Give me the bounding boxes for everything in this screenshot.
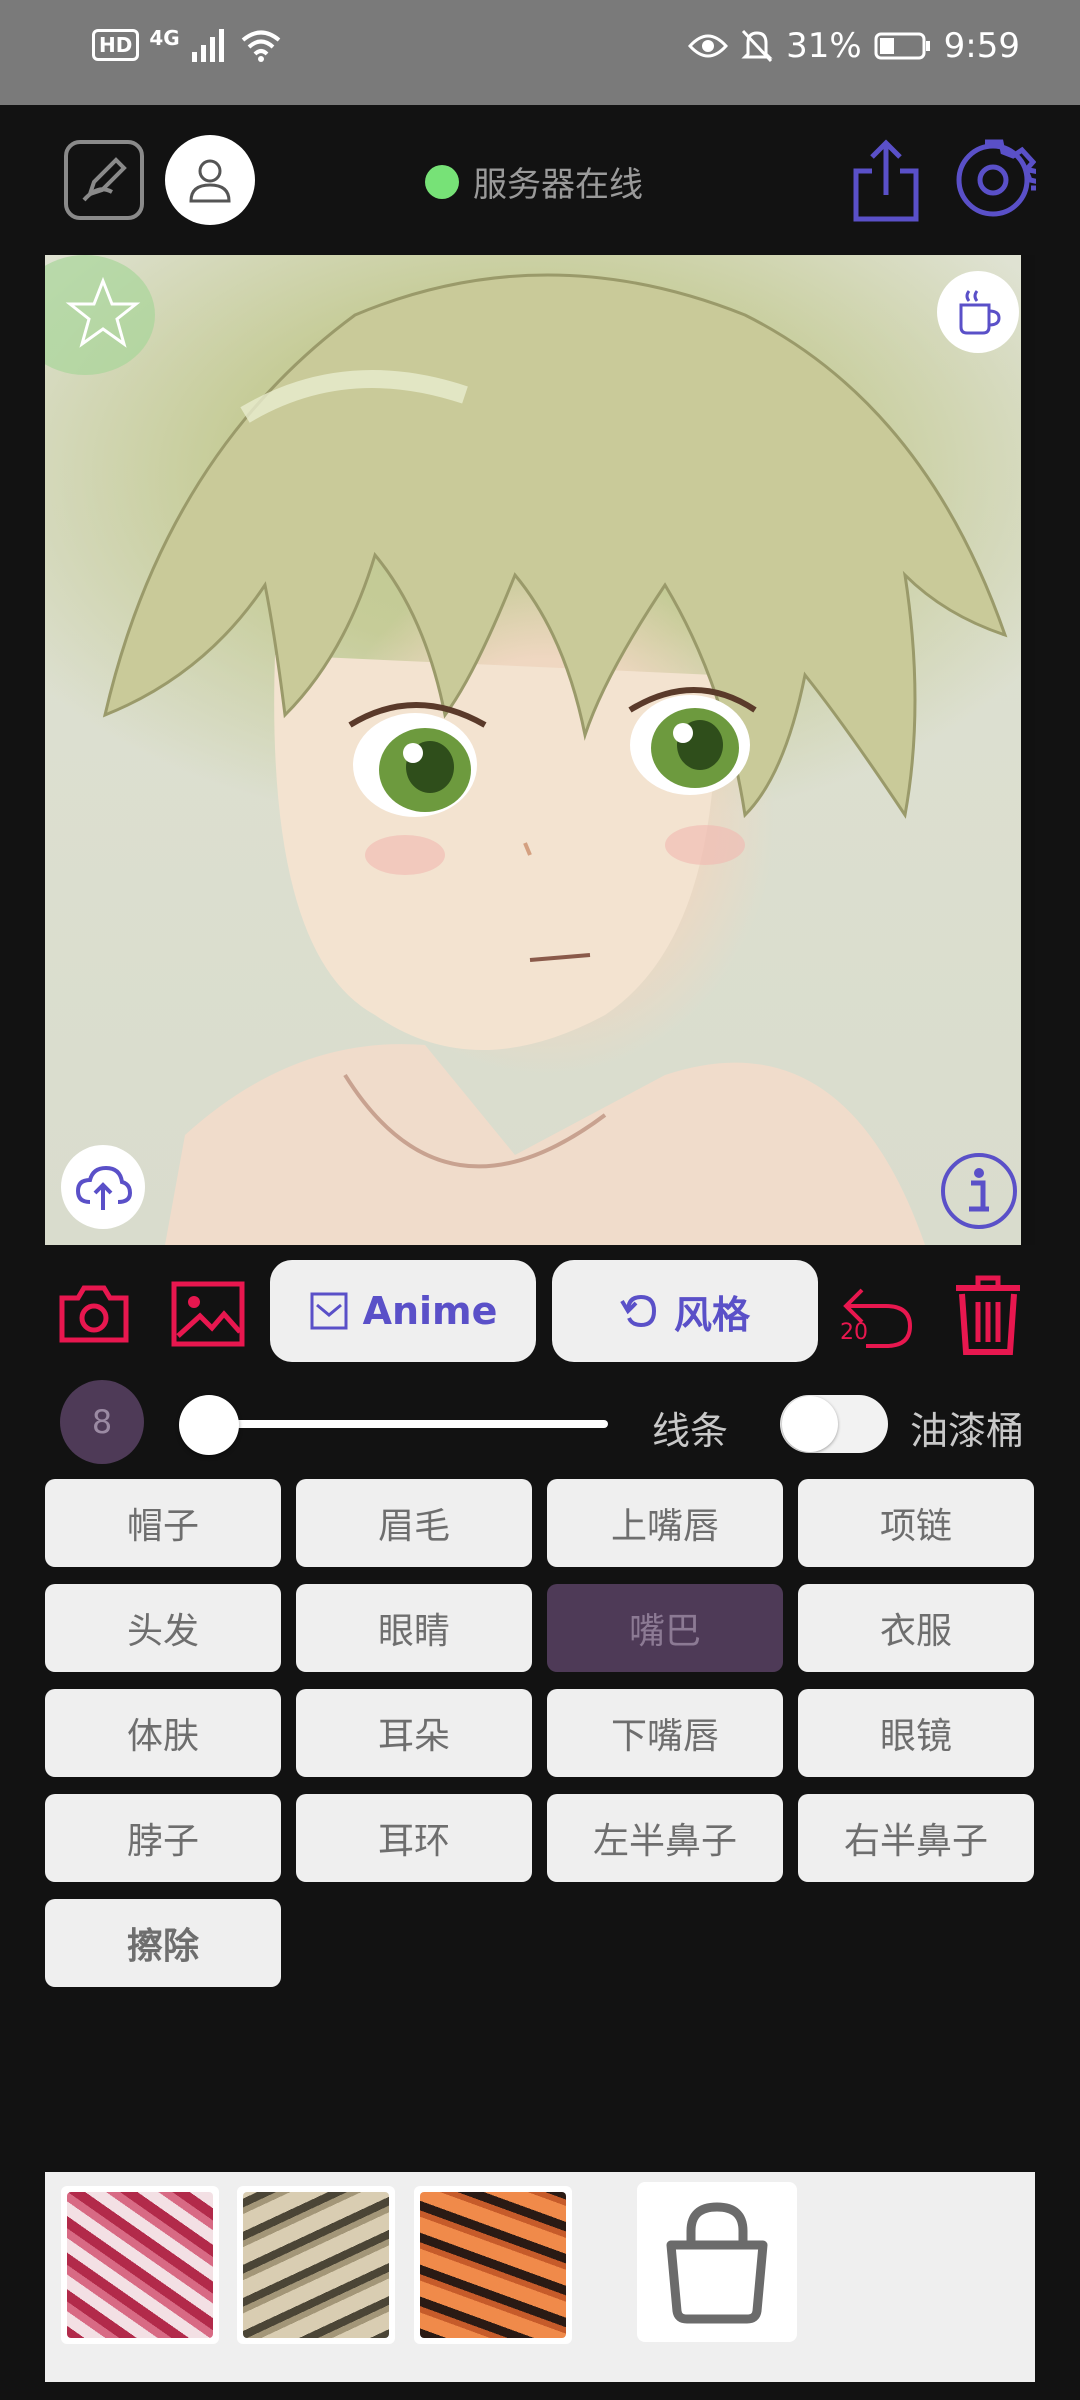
cloud-upload-icon <box>75 1165 132 1210</box>
envelope-icon <box>310 1292 348 1330</box>
user-account-button[interactable] <box>165 135 255 225</box>
part-button-hair[interactable]: 头发 <box>45 1584 281 1672</box>
share-icon[interactable] <box>848 137 924 223</box>
style-button-label: 风格 <box>673 1292 750 1337</box>
part-button-left-nose[interactable]: 左半鼻子 <box>547 1794 783 1882</box>
battery-icon <box>874 32 930 60</box>
part-button-neck[interactable]: 脖子 <box>45 1794 281 1882</box>
part-button-glasses[interactable]: 眼镜 <box>798 1689 1034 1777</box>
rotate-icon <box>620 1294 656 1328</box>
camera-icon[interactable] <box>58 1282 130 1346</box>
status-left: HD 4G <box>92 26 282 62</box>
clock: 9:59 <box>943 26 1020 66</box>
texture-red-pattern <box>67 2192 213 2338</box>
coffee-cup-icon <box>959 290 1001 335</box>
server-status-dot <box>425 164 459 199</box>
part-button-clothes[interactable]: 衣服 <box>798 1584 1034 1672</box>
brush-size-slider[interactable] <box>188 1420 608 1428</box>
upload-button[interactable] <box>61 1145 145 1229</box>
anime-button-label: Anime <box>362 1289 498 1333</box>
paint-bucket-toggle-knob[interactable] <box>782 1396 838 1452</box>
part-button-eyes[interactable]: 眼睛 <box>296 1584 532 1672</box>
part-button-earrings[interactable]: 耳环 <box>296 1794 532 1882</box>
paint-bucket-label: 油漆桶 <box>910 1409 1025 1453</box>
line-label: 线条 <box>652 1409 729 1453</box>
texture-orange-pattern <box>420 2192 566 2338</box>
server-status: 服务器在线 <box>425 157 643 206</box>
undo-count: 20 <box>840 1320 868 1345</box>
donate-button[interactable] <box>937 271 1019 353</box>
part-button-skin[interactable]: 体肤 <box>45 1689 281 1777</box>
part-button-upper-lip[interactable]: 上嘴唇 <box>547 1479 783 1567</box>
battery-percent: 31% <box>786 26 862 66</box>
texture-bar <box>45 2172 1035 2382</box>
generated-portrait <box>45 255 1008 1245</box>
draw-mode-button[interactable] <box>64 140 144 220</box>
style-button[interactable]: 风格 <box>552 1260 818 1362</box>
part-button-eyebrows[interactable]: 眉毛 <box>296 1479 532 1567</box>
texture-beige-pattern <box>243 2192 389 2338</box>
texture-shop-button[interactable] <box>637 2182 797 2342</box>
status-right: 31% 9:59 <box>688 26 1020 66</box>
texture-thumb-orange[interactable] <box>414 2186 572 2344</box>
action-row: Anime 风格 20 <box>0 1258 1080 1368</box>
image-icon[interactable] <box>170 1280 246 1348</box>
erase-button[interactable]: 擦除 <box>45 1899 281 1987</box>
part-button-lower-lip[interactable]: 下嘴唇 <box>547 1689 783 1777</box>
brush-controls: 8 线条 油漆桶 <box>0 1378 1080 1468</box>
bell-muted-icon <box>741 29 773 63</box>
server-status-text: 服务器在线 <box>473 165 643 205</box>
signal-icon <box>191 29 224 62</box>
top-toolbar: 服务器在线 <box>0 105 1080 255</box>
star-icon[interactable] <box>65 275 141 351</box>
part-button-ears[interactable]: 耳朵 <box>296 1689 532 1777</box>
drawing-canvas[interactable] <box>45 255 1035 1245</box>
part-button-necklace[interactable]: 项链 <box>798 1479 1034 1567</box>
info-icon[interactable] <box>937 1149 1021 1233</box>
brush-size-badge: 8 <box>60 1380 144 1464</box>
hd-badge: HD <box>92 29 140 61</box>
user-icon <box>189 159 231 203</box>
part-button-mouth[interactable]: 嘴巴 <box>547 1584 783 1672</box>
anime-button[interactable]: Anime <box>270 1260 536 1362</box>
trash-icon[interactable] <box>952 1272 1024 1358</box>
texture-thumb-red[interactable] <box>61 2186 219 2344</box>
eye-icon <box>688 34 729 58</box>
brush-size-slider-thumb[interactable] <box>179 1395 239 1455</box>
texture-thumb-beige[interactable] <box>237 2186 395 2344</box>
gear-icon[interactable] <box>950 137 1036 223</box>
pencil-square-icon <box>82 157 127 202</box>
part-button-hat[interactable]: 帽子 <box>45 1479 281 1567</box>
part-button-right-nose[interactable]: 右半鼻子 <box>798 1794 1034 1882</box>
status-bar: HD 4G 31% 9:59 <box>0 0 1080 105</box>
network-type: 4G <box>149 26 180 50</box>
wifi-icon <box>241 30 280 62</box>
bag-icon <box>666 2202 768 2324</box>
canvas-edge <box>1021 255 1035 1245</box>
